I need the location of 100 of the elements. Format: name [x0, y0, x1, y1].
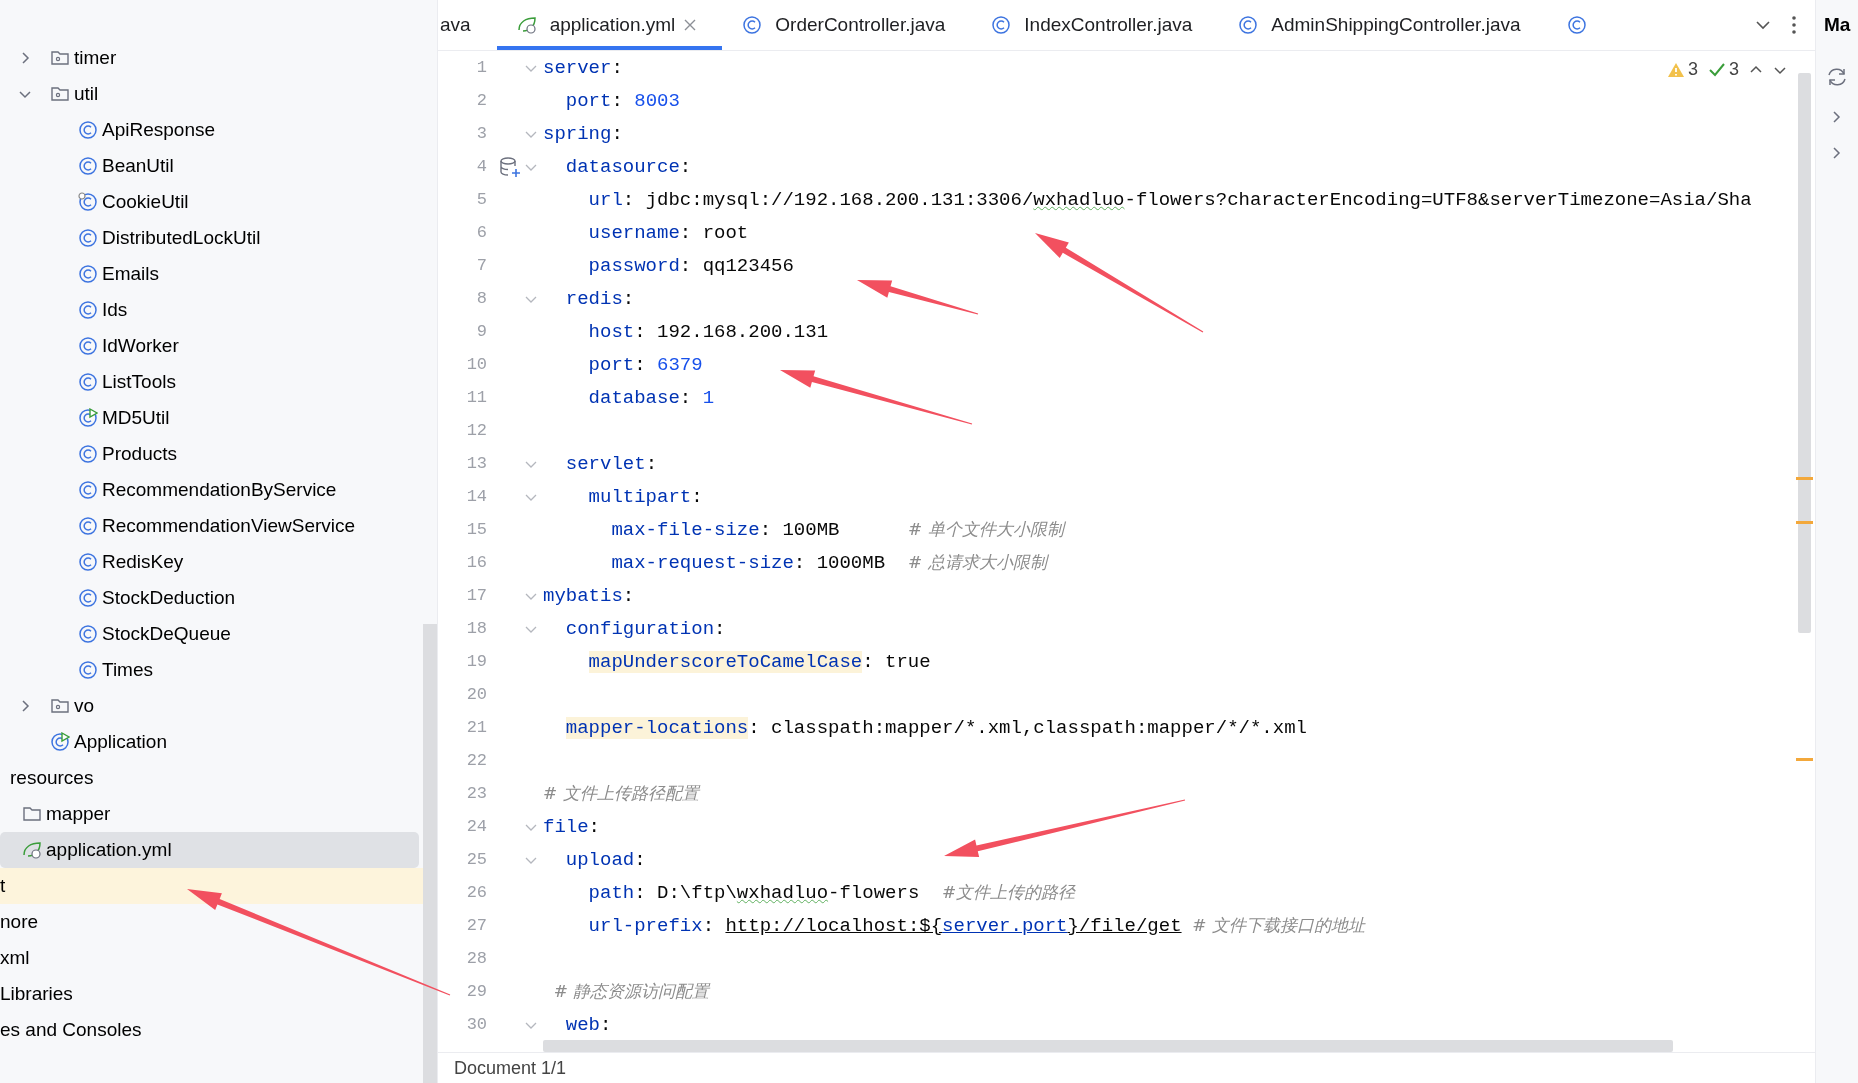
line-number: 15 [465, 520, 488, 539]
tree-item[interactable]: Application [0, 724, 419, 760]
tree-item[interactable]: resources [0, 760, 419, 796]
class-icon [78, 300, 98, 320]
class-icon [78, 264, 98, 284]
error-stripe-mark [1796, 477, 1813, 480]
class-icon [78, 516, 98, 536]
line-number: 24 [465, 817, 488, 836]
line-number: 3 [475, 124, 488, 143]
tree-item[interactable]: ListTools [0, 364, 419, 400]
tree-item[interactable]: StockDeduction [0, 580, 419, 616]
tree-item[interactable]: application.yml [0, 832, 419, 868]
line-number: 7 [475, 256, 488, 275]
check-icon [1708, 61, 1726, 78]
tree-item[interactable]: IdWorker [0, 328, 419, 364]
tree-item[interactable]: Times [0, 652, 419, 688]
close-icon[interactable] [684, 19, 697, 31]
more-icon[interactable] [1791, 15, 1797, 35]
tree-item[interactable]: vo [0, 688, 419, 724]
line-number: 13 [465, 454, 488, 473]
tree-item[interactable]: MD5Util [0, 400, 419, 436]
code-line: max-request-size: 1000MB # 总请求大小限制 [610, 551, 1047, 574]
class-icon [1238, 15, 1259, 35]
editor-tab[interactable]: OrderController.java [722, 0, 972, 50]
class-icon [78, 372, 98, 392]
code-line: url-prefix: http://localhost:${server.port}/file/get # 文件下载接口的地址 [587, 914, 1365, 937]
code-line: username: root [587, 221, 749, 244]
refresh-icon[interactable] [1826, 66, 1848, 88]
status-text: Document 1/1 [438, 1052, 1815, 1083]
line-number: 2 [475, 91, 488, 110]
code-line: file: [543, 815, 600, 838]
folder-icon [22, 804, 42, 824]
line-number: 21 [465, 718, 488, 737]
leaf-icon [516, 15, 537, 35]
tree-item[interactable]: nore [0, 904, 419, 940]
class-icon [991, 15, 1012, 35]
package-icon [50, 84, 70, 104]
class-icon [742, 15, 763, 35]
class-icon [1566, 15, 1587, 35]
line-number: 19 [465, 652, 488, 671]
class-icon [78, 336, 98, 356]
editor-tab[interactable]: AdminShippingController.java [1218, 0, 1547, 50]
tree-item[interactable]: StockDeQueue [0, 616, 419, 652]
tree-item[interactable]: util [0, 76, 419, 112]
tree-item[interactable]: CookieUtil [0, 184, 419, 220]
tree-item[interactable]: Products [0, 436, 419, 472]
class-run-icon [50, 732, 70, 752]
line-number: 8 [475, 289, 488, 308]
package-icon [50, 696, 70, 716]
line-number: 16 [465, 553, 488, 572]
code-line: multipart: [587, 485, 703, 508]
line-number: 22 [465, 751, 488, 770]
tree-item[interactable]: BeanUtil [0, 148, 419, 184]
tree-item[interactable]: timer [0, 40, 419, 76]
code-line: host: 192.168.200.131 [587, 320, 829, 343]
code-line: url: jdbc:mysql://192.168.200.131:3306/wxhadluo-flowers?characterEncoding=UTF8&serverTimezone=Asia/Sha [587, 188, 1752, 211]
code-line: database: 1 [587, 386, 715, 409]
chevron-right-icon[interactable] [1831, 110, 1843, 124]
database-icon[interactable] [499, 155, 521, 178]
line-number: 29 [465, 982, 488, 1001]
tree-item[interactable]: Libraries [0, 976, 419, 1012]
tree-item[interactable]: xml [0, 940, 419, 976]
editor-tab[interactable]: IndexController.java [971, 0, 1219, 50]
class-icon [78, 156, 98, 176]
tree-item[interactable]: RecommendationByService [0, 472, 419, 508]
scrollbar[interactable] [543, 1040, 1673, 1052]
code-line: # 静态资源访问配置 [552, 980, 710, 1003]
tree-item[interactable]: Emails [0, 256, 419, 292]
code-line: datasource: [564, 155, 692, 178]
class-icon [78, 120, 98, 140]
scrollbar[interactable] [423, 624, 437, 1083]
code-line: spring: [543, 122, 623, 145]
tree-item[interactable]: mapper [0, 796, 419, 832]
code-line: password: qq123456 [587, 254, 794, 277]
tree-item[interactable]: t [0, 868, 423, 904]
line-number: 5 [475, 190, 488, 209]
class-icon [78, 660, 98, 680]
editor-tab[interactable]: application.yml [496, 0, 723, 50]
code-line: port: 6379 [587, 353, 703, 376]
chevron-right-icon[interactable] [1831, 146, 1843, 160]
tree-item[interactable]: ApiResponse [0, 112, 419, 148]
tree-item[interactable]: RedisKey [0, 544, 419, 580]
line-number: 23 [465, 784, 488, 803]
editor-tab[interactable]: ava [438, 0, 497, 50]
checks-indicator[interactable]: 3 [1708, 59, 1739, 80]
code-line: servlet: [564, 452, 658, 475]
line-number: 14 [465, 487, 488, 506]
code-line: mapUnderscoreToCamelCase: true [587, 650, 931, 673]
tree-item[interactable]: DistributedLockUtil [0, 220, 419, 256]
scrollbar[interactable] [1798, 73, 1811, 633]
line-number: 6 [475, 223, 488, 242]
tree-item[interactable]: es and Consoles [0, 1012, 419, 1048]
error-stripe-mark [1796, 521, 1813, 524]
class-icon [78, 624, 98, 644]
tree-item[interactable]: Ids [0, 292, 419, 328]
tree-item[interactable]: RecommendationViewService [0, 508, 419, 544]
warnings-indicator[interactable]: 3 [1666, 59, 1698, 80]
line-number: 1 [475, 58, 488, 77]
class-icon [78, 444, 98, 464]
line-number: 12 [465, 421, 488, 440]
